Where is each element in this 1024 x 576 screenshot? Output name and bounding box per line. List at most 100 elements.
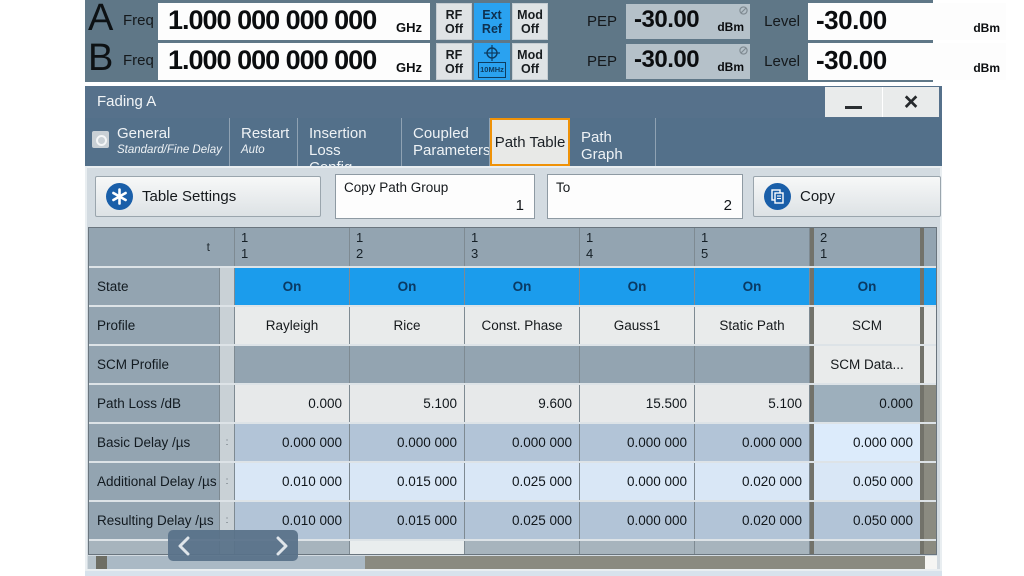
profile-cell[interactable]: SCM <box>810 307 924 344</box>
level-value: -30.00 <box>816 5 887 36</box>
resulting-delay-cell[interactable]: 0.000 000 <box>580 502 695 539</box>
copy-to-field[interactable]: To 2 <box>547 174 743 219</box>
mod-state-button-a[interactable]: Mod Off <box>512 3 548 40</box>
scroll-left-icon[interactable] <box>177 536 191 556</box>
path-loss-cell[interactable]: 5.100 <box>350 385 465 422</box>
level-field-b[interactable]: -30.00 dBm <box>808 43 1006 80</box>
basic-delay-cell[interactable]: 0.000 000 <box>235 424 350 461</box>
path-loss-cell[interactable]: 9.600 <box>465 385 580 422</box>
mod-state-button-b[interactable]: Mod Off <box>512 43 548 80</box>
profile-cell[interactable]: Gauss1 <box>580 307 695 344</box>
frequency-value: 1.000 000 000 000 <box>168 45 376 76</box>
path-loss-cell[interactable]: 15.500 <box>580 385 695 422</box>
basic-delay-cell[interactable]: 0.000 000 <box>695 424 810 461</box>
additional-delay-cell[interactable]: 0.020 000 <box>695 463 810 500</box>
next-column-sliver <box>924 228 936 266</box>
column-header-2-1[interactable]: 2 1 <box>810 228 924 266</box>
next-column-sliver <box>924 502 936 539</box>
copy-button[interactable]: Copy <box>753 176 941 217</box>
additional-delay-cell[interactable]: 0.000 000 <box>580 463 695 500</box>
row-label: Additional Delay /µs <box>89 463 220 500</box>
copy-path-group-field[interactable]: Copy Path Group 1 <box>335 174 535 219</box>
state-cell[interactable]: On <box>580 268 695 305</box>
row-unit-cell: : <box>220 463 235 500</box>
scrollbar-right-button[interactable] <box>925 556 937 569</box>
table-row: ProfileRayleighRiceConst. PhaseGauss1Sta… <box>89 307 936 344</box>
row-label: State <box>89 268 220 305</box>
scm-profile-cell[interactable] <box>350 346 465 383</box>
frequency-unit: GHz <box>396 60 422 75</box>
column-header-1-5[interactable]: 1 5 <box>695 228 810 266</box>
rf-state-button-b[interactable]: RF Off <box>436 43 472 80</box>
state-cell[interactable]: On <box>465 268 580 305</box>
scrollbar-left-button[interactable] <box>96 556 107 569</box>
path-loss-cell[interactable]: 5.100 <box>695 385 810 422</box>
scm-profile-cell[interactable] <box>235 346 350 383</box>
column-header-1-4[interactable]: 1 4 <box>580 228 695 266</box>
state-cell[interactable]: On <box>350 268 465 305</box>
tab-general[interactable]: GeneralStandard/Fine Delay <box>85 118 230 166</box>
ext-ref-button-a[interactable]: Ext Ref <box>474 3 510 40</box>
tab-restart[interactable]: RestartAuto <box>230 118 298 166</box>
column-header-1-2[interactable]: 1 2 <box>350 228 465 266</box>
tab-sublabel: Auto <box>241 144 291 156</box>
next-column-sliver <box>924 346 936 383</box>
basic-delay-cell[interactable]: 0.000 000 <box>810 424 924 461</box>
tab-label: Insertion Loss Config <box>309 125 395 166</box>
table-cell-clipped <box>810 541 924 554</box>
level-field-a[interactable]: -30.00 dBm <box>808 3 1006 40</box>
table-cell-clipped <box>580 541 695 554</box>
table-settings-button[interactable]: Table Settings <box>95 176 321 217</box>
minimize-button[interactable] <box>825 87 882 117</box>
dialog-titlebar[interactable]: Fading A × <box>85 86 942 118</box>
copy-path-group-label: Copy Path Group <box>344 180 448 195</box>
tab-coupled-parameters[interactable]: Coupled Parameters <box>402 118 490 166</box>
rf-state-button-a[interactable]: RF Off <box>436 3 472 40</box>
freq-label: Freq <box>123 12 154 29</box>
column-header-1-3[interactable]: 1 3 <box>465 228 580 266</box>
state-cell[interactable]: On <box>695 268 810 305</box>
frequency-field-a[interactable]: 1.000 000 000 000 GHz <box>158 3 430 40</box>
pep-field-a[interactable]: -30.00 dBm <box>626 4 750 39</box>
tab-insertion-loss-config[interactable]: Insertion Loss Config <box>298 118 402 166</box>
scm-profile-cell[interactable] <box>580 346 695 383</box>
profile-cell[interactable]: Static Path <box>695 307 810 344</box>
pep-field-b[interactable]: -30.00 dBm <box>626 44 750 79</box>
resulting-delay-cell[interactable]: 0.020 000 <box>695 502 810 539</box>
basic-delay-cell[interactable]: 0.000 000 <box>350 424 465 461</box>
path-loss-cell[interactable]: 0.000 <box>235 385 350 422</box>
tab-path-table[interactable]: Path Table <box>490 118 570 166</box>
resulting-delay-cell[interactable]: 0.025 000 <box>465 502 580 539</box>
scroll-right-icon[interactable] <box>275 536 289 556</box>
state-cell[interactable]: On <box>810 268 924 305</box>
path-loss-cell[interactable]: 0.000 <box>810 385 924 422</box>
scm-profile-cell[interactable] <box>465 346 580 383</box>
scm-profile-cell[interactable]: SCM Data... <box>810 346 924 383</box>
basic-delay-cell[interactable]: 0.000 000 <box>465 424 580 461</box>
row-unit-cell <box>220 385 235 422</box>
additional-delay-cell[interactable]: 0.050 000 <box>810 463 924 500</box>
state-indicator-icon <box>92 131 109 148</box>
ref-oscillator-button-b[interactable]: 10MHz <box>474 43 510 80</box>
tab-path-graph[interactable]: Path Graph <box>570 118 656 166</box>
resulting-delay-cell[interactable]: 0.050 000 <box>810 502 924 539</box>
frequency-field-b[interactable]: 1.000 000 000 000 GHz <box>158 43 430 80</box>
instrument-header: A Freq 1.000 000 000 000 GHz RF Off Ext … <box>85 0 933 82</box>
column-header-1-1[interactable]: 1 1 <box>235 228 350 266</box>
additional-delay-cell[interactable]: 0.015 000 <box>350 463 465 500</box>
basic-delay-cell[interactable]: 0.000 000 <box>580 424 695 461</box>
profile-cell[interactable]: Rice <box>350 307 465 344</box>
profile-cell[interactable]: Rayleigh <box>235 307 350 344</box>
table-row: Basic Delay /µs:0.000 0000.000 0000.000 … <box>89 424 936 461</box>
scm-profile-cell[interactable] <box>695 346 810 383</box>
resulting-delay-cell[interactable]: 0.015 000 <box>350 502 465 539</box>
pep-value: -30.00 <box>634 46 699 74</box>
additional-delay-cell[interactable]: 0.025 000 <box>465 463 580 500</box>
copy-icon <box>764 183 791 210</box>
channel-row-a: A Freq 1.000 000 000 000 GHz RF Off Ext … <box>85 3 933 40</box>
state-cell[interactable]: On <box>235 268 350 305</box>
pep-value: -30.00 <box>634 6 699 34</box>
close-button[interactable]: × <box>882 87 939 117</box>
additional-delay-cell[interactable]: 0.010 000 <box>235 463 350 500</box>
profile-cell[interactable]: Const. Phase <box>465 307 580 344</box>
